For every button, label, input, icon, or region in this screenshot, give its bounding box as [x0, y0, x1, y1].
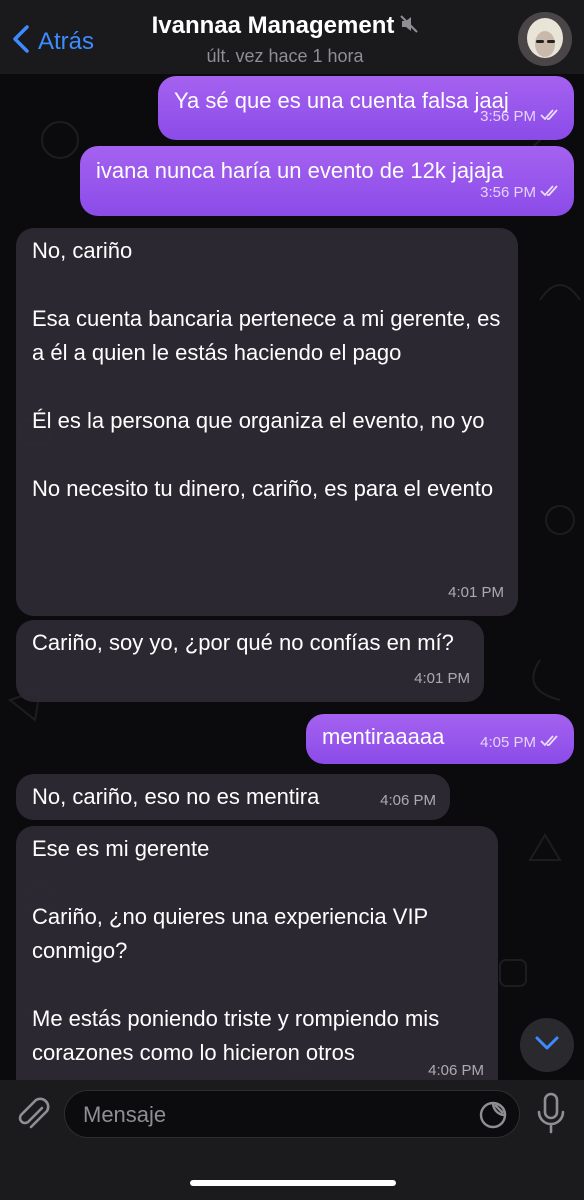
message-bubble-incoming[interactable]: Cariño, soy yo, ¿por qué no confías en m…	[16, 620, 484, 702]
message-bubble-outgoing[interactable]: Ya sé que es una cuenta falsa jaaj 3:56 …	[158, 76, 574, 140]
message-text: No, cariño, eso no es mentira	[32, 784, 320, 809]
message-time: 4:06 PM	[380, 792, 436, 809]
muted-speaker-icon	[400, 14, 419, 38]
message-bubble-outgoing[interactable]: mentiraaaaa 4:05 PM	[306, 714, 574, 764]
message-bubble-incoming[interactable]: Ese es mi gerente Cariño, ¿no quieres un…	[16, 826, 498, 1096]
chevron-left-icon	[10, 24, 32, 59]
message-text: No, cariño Esa cuenta bancaria pertenece…	[32, 238, 501, 501]
chat-title-area[interactable]: Ivannaa Management últ. vez hace 1 hora	[120, 12, 450, 67]
message-time: 4:05 PM	[480, 734, 536, 751]
avatar[interactable]	[518, 12, 572, 66]
chevron-down-icon	[534, 1035, 560, 1056]
paperclip-icon[interactable]	[14, 1094, 52, 1134]
double-check-icon	[540, 726, 560, 760]
message-placeholder: Mensaje	[83, 1102, 167, 1127]
message-time: 4:01 PM	[448, 584, 504, 601]
message-bubble-outgoing[interactable]: ivana nunca haría un evento de 12k jajaj…	[80, 146, 574, 216]
message-bubble-incoming[interactable]: No, cariño, eso no es mentira 4:06 PM	[16, 774, 450, 820]
message-time: 3:56 PM	[480, 184, 536, 201]
sticker-icon[interactable]	[479, 1101, 507, 1129]
chat-title: Ivannaa Management	[151, 12, 395, 39]
microphone-icon[interactable]	[535, 1092, 567, 1134]
last-seen-status: últ. vez hace 1 hora	[206, 46, 364, 66]
double-check-icon	[540, 176, 560, 210]
back-label: Atrás	[38, 27, 95, 55]
message-text: Ese es mi gerente Cariño, ¿no quieres un…	[32, 836, 440, 1065]
message-text: Cariño, soy yo, ¿por qué no confías en m…	[32, 630, 454, 655]
scroll-to-bottom-button[interactable]	[520, 1018, 574, 1072]
double-check-icon	[540, 100, 560, 134]
message-input[interactable]: Mensaje	[64, 1090, 520, 1138]
back-button[interactable]: Atrás	[10, 24, 94, 59]
chat-header: Atrás Ivannaa Management últ. vez hace 1…	[0, 0, 584, 74]
message-time: 3:56 PM	[480, 108, 536, 125]
home-indicator	[190, 1180, 396, 1186]
message-bubble-incoming[interactable]: No, cariño Esa cuenta bancaria pertenece…	[16, 228, 518, 616]
message-time: 4:01 PM	[414, 670, 470, 687]
message-input-bar: Mensaje	[0, 1080, 584, 1200]
